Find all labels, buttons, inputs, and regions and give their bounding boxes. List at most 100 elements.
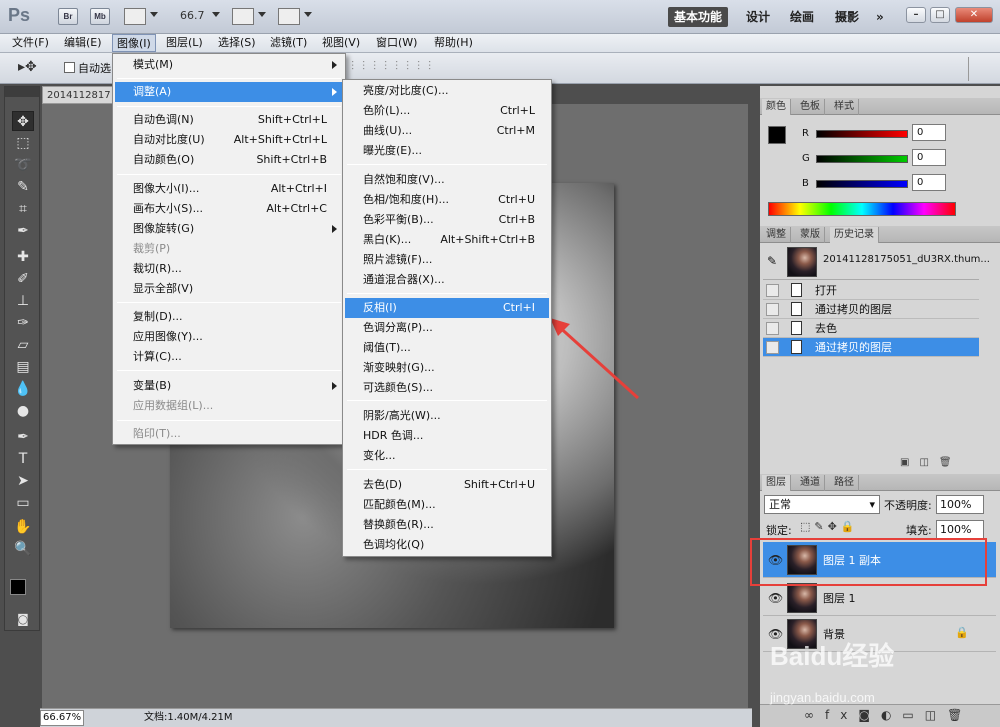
document-size[interactable]: 文档:1.40M/4.21M [144,709,233,727]
workspace-painting[interactable]: 绘画 [784,7,820,27]
fill-field[interactable]: 100% [936,520,984,539]
zoom-level[interactable]: 66.7 [180,9,205,22]
history-item[interactable]: 去色 [763,319,979,338]
menu-file[interactable]: 文件(F) [8,34,53,52]
menu-layer[interactable]: 图层(L) [162,34,207,52]
history-snapshot[interactable]: ✎ 20141128175051_dU3RX.thum... [763,244,990,280]
eyedropper-tool-icon[interactable]: ✒ [12,221,34,241]
menu-item[interactable]: 图像旋转(G) [115,219,343,239]
menu-select[interactable]: 选择(S) [214,34,260,52]
view-extras-icon[interactable] [124,8,146,25]
menu-item[interactable]: 曲线(U)... Ctrl+M [345,121,549,141]
move-tool-icon[interactable]: ▸✥ [18,59,37,75]
menu-item[interactable]: 色相/饱和度(H)... Ctrl+U [345,190,549,210]
menu-item[interactable]: 曝光度(E)... [345,141,549,161]
menu-item[interactable]: 复制(D)... [115,307,343,327]
chevron-down-icon[interactable] [304,12,312,17]
menu-filter[interactable]: 滤镜(T) [266,34,311,52]
path-select-tool-icon[interactable]: ➤ [12,471,34,491]
history-item-selected[interactable]: 通过拷贝的图层 [763,338,979,357]
quick-select-tool-icon[interactable]: ✎ [12,177,34,197]
menu-item[interactable]: 裁切(R)... [115,259,343,279]
menu-item[interactable]: 色调分离(P)... [345,318,549,338]
tab-swatches[interactable]: 色板 [796,99,825,115]
bridge-button[interactable]: Br [58,8,78,25]
history-footer-icons[interactable]: ▣◫🗑 [900,457,962,468]
tab-masks[interactable]: 蒙版 [796,227,825,243]
blue-value[interactable]: 0 [912,174,946,191]
shape-tool-icon[interactable]: ▭ [12,493,34,513]
hand-tool-icon[interactable]: ✋ [12,517,34,537]
dodge-tool-icon[interactable]: ● [12,401,34,421]
color-spectrum-bar[interactable] [768,202,956,216]
menu-item[interactable]: 替换颜色(R)... [345,515,549,535]
history-checkbox[interactable] [766,322,779,335]
menu-item[interactable]: 显示全部(V) [115,279,343,299]
pen-tool-icon[interactable]: ✒ [12,427,34,447]
tab-layers[interactable]: 图层 [762,475,791,491]
menu-item[interactable]: 亮度/对比度(C)... [345,81,549,101]
menu-item[interactable]: 自动色调(N) Shift+Ctrl+L [115,110,343,130]
type-tool-icon[interactable]: T [12,449,34,469]
auto-select-checkbox[interactable] [64,62,75,73]
menu-item[interactable]: 自动颜色(O) Shift+Ctrl+B [115,150,343,170]
quick-mask-icon[interactable]: ◙ [12,609,34,629]
crop-tool-icon[interactable]: ⌗ [12,199,34,219]
align-distribute-icons[interactable]: ⫶⫶⫶⫶⫶⫶⫶⫶⫶ [340,59,590,77]
screen-mode-icon[interactable] [278,8,300,25]
menu-item[interactable]: 匹配颜色(M)... [345,495,549,515]
lock-icons[interactable]: ⬚✎✥🔒 [800,520,859,533]
chevron-down-icon[interactable] [212,12,220,17]
tab-styles[interactable]: 样式 [830,99,859,115]
history-item[interactable]: 通过拷贝的图层 [763,300,979,319]
history-checkbox[interactable] [766,341,779,354]
menu-item[interactable]: 变化... [345,446,549,466]
menu-item[interactable]: 照片滤镜(F)... [345,250,549,270]
menu-item[interactable]: 可选颜色(S)... [345,378,549,398]
history-checkbox[interactable] [766,284,779,297]
menu-item[interactable]: 去色(D) Shift+Ctrl+U [345,475,549,495]
blend-mode-select[interactable]: 正常 ▾ [764,495,880,514]
lasso-tool-icon[interactable]: ➰ [12,155,34,175]
tab-color[interactable]: 颜色 [762,99,791,115]
tab-history[interactable]: 历史记录 [830,227,879,243]
arrange-documents-icon[interactable] [232,8,254,25]
menu-item[interactable]: 通道混合器(X)... [345,270,549,290]
workspace-design[interactable]: 设计 [740,7,776,27]
tab-paths[interactable]: 路径 [830,475,859,491]
menu-item[interactable]: 计算(C)... [115,347,343,367]
brush-tool-icon[interactable]: ✐ [12,269,34,289]
chevron-down-icon[interactable] [258,12,266,17]
menu-view[interactable]: 视图(V) [318,34,364,52]
red-slider[interactable] [816,130,908,138]
menu-item[interactable]: 画布大小(S)... Alt+Ctrl+C [115,199,343,219]
menu-item[interactable]: 阈值(T)... [345,338,549,358]
tab-channels[interactable]: 通道 [796,475,825,491]
visibility-eye-icon[interactable]: 👁 [768,591,783,605]
clone-stamp-tool-icon[interactable]: ⊥ [12,291,34,311]
menu-item[interactable]: 自然饱和度(V)... [345,170,549,190]
tab-adjustments[interactable]: 调整 [762,227,791,243]
menu-item[interactable]: 图像大小(I)... Alt+Ctrl+I [115,179,343,199]
menu-item[interactable]: 变量(B) [115,376,343,396]
document-tab[interactable]: 2014112817 [42,86,117,104]
mini-bridge-button[interactable]: Mb [90,8,110,25]
more-workspaces-icon[interactable]: » [870,7,890,27]
zoom-tool-icon[interactable]: 🔍 [12,539,34,559]
layers-footer-icons[interactable]: ∞fx◙◐▭◫🗑 [804,708,973,722]
menu-help[interactable]: 帮助(H) [430,34,477,52]
opacity-field[interactable]: 100% [936,495,984,514]
toolbar-grip[interactable] [5,87,39,97]
menu-item[interactable]: 黑白(K)... Alt+Shift+Ctrl+B [345,230,549,250]
green-value[interactable]: 0 [912,149,946,166]
marquee-tool-icon[interactable]: ⬚ [12,133,34,153]
chevron-down-icon[interactable] [150,12,158,17]
history-checkbox[interactable] [766,303,779,316]
workspace-photography[interactable]: 摄影 [829,7,865,27]
menu-item[interactable]: 阴影/高光(W)... [345,406,549,426]
menu-window[interactable]: 窗口(W) [372,34,421,52]
history-brush-tool-icon[interactable]: ✑ [12,313,34,333]
history-item[interactable]: 打开 [763,281,979,300]
eraser-tool-icon[interactable]: ▱ [12,335,34,355]
menu-item[interactable]: 色彩平衡(B)... Ctrl+B [345,210,549,230]
